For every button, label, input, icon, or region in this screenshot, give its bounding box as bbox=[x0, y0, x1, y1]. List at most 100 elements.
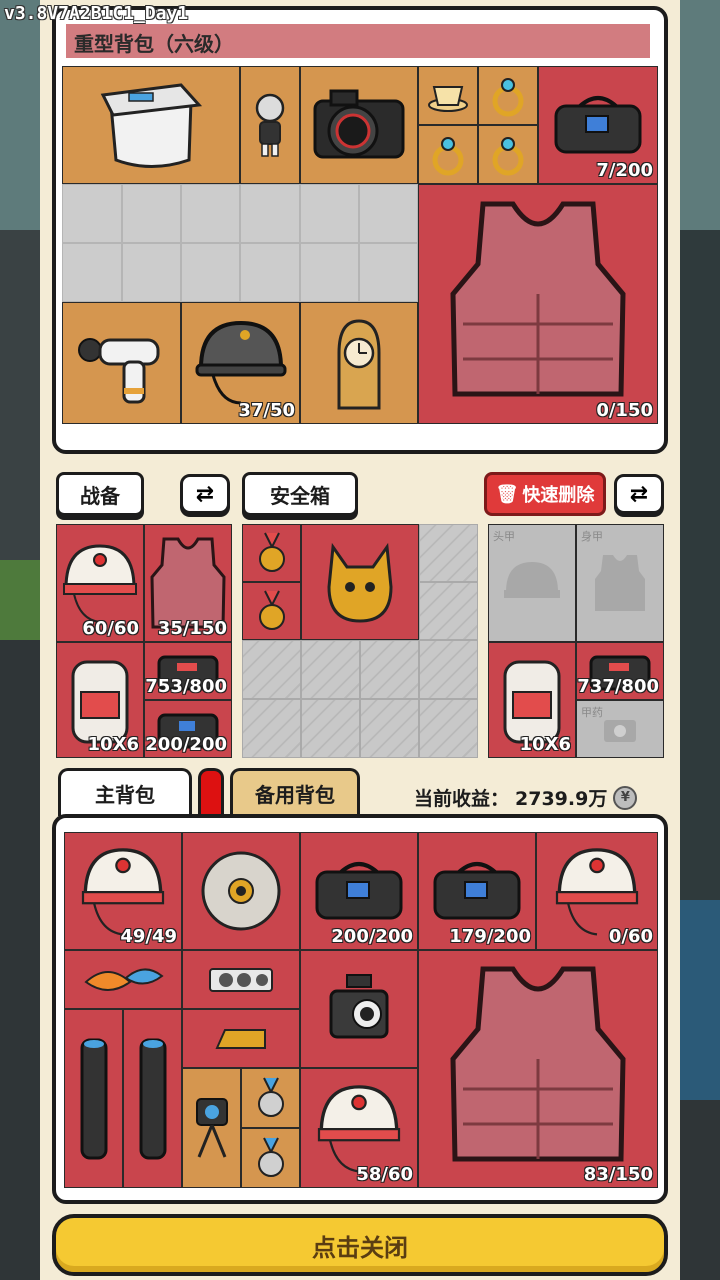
medkit-slot[interactable]: 甲药 bbox=[576, 700, 664, 758]
item-dashcam[interactable] bbox=[300, 950, 418, 1068]
item-medal[interactable] bbox=[241, 1128, 300, 1188]
item-body-armor[interactable]: 83/150 bbox=[418, 950, 658, 1188]
item-helmet[interactable]: 60/60 bbox=[56, 524, 144, 642]
ring-icon bbox=[432, 136, 464, 175]
quick-delete-label: 快速删除 bbox=[522, 485, 595, 506]
tab-spare-backpack[interactable]: 备用背包 bbox=[230, 768, 360, 816]
locked-slot bbox=[360, 640, 419, 699]
item-count: 37/50 bbox=[238, 400, 295, 421]
item-backpack[interactable]: 10X6 bbox=[488, 642, 576, 758]
item-koi-fish[interactable] bbox=[64, 950, 182, 1009]
armor-vest-icon bbox=[450, 966, 626, 1162]
item-count: 58/60 bbox=[356, 1164, 413, 1185]
loot-grid: 7/200 0/150 37/50 bbox=[62, 66, 658, 424]
item-ring[interactable] bbox=[478, 125, 538, 184]
head-armor-slot[interactable]: 头甲 bbox=[488, 524, 576, 642]
item-medal[interactable] bbox=[242, 524, 301, 582]
item-bag[interactable]: 737/800 bbox=[576, 642, 664, 700]
item-camera[interactable] bbox=[300, 66, 418, 184]
empty-slot[interactable] bbox=[62, 243, 122, 302]
empty-slot[interactable] bbox=[359, 243, 418, 302]
empty-slot[interactable] bbox=[122, 243, 181, 302]
duffel-bag-icon bbox=[554, 96, 642, 154]
item-body-armor[interactable]: 35/150 bbox=[144, 524, 232, 642]
empty-slot[interactable] bbox=[122, 184, 181, 243]
item-count: 60/60 bbox=[82, 618, 139, 639]
body-armor-slot[interactable]: 身甲 bbox=[576, 524, 664, 642]
item-medal[interactable] bbox=[242, 582, 301, 640]
koi-fish-icon bbox=[84, 968, 164, 991]
item-bag[interactable]: 753/800 bbox=[144, 642, 232, 700]
figurine-icon bbox=[255, 93, 285, 157]
item-helmet[interactable]: 37/50 bbox=[181, 302, 300, 424]
item-ornate-plate[interactable] bbox=[182, 832, 300, 950]
close-button[interactable]: 点击关闭 bbox=[52, 1214, 668, 1276]
empty-slot[interactable] bbox=[181, 184, 240, 243]
item-duffel-bag[interactable]: 7/200 bbox=[538, 66, 658, 184]
item-massage-gun[interactable] bbox=[62, 302, 181, 424]
tab-safe-box[interactable]: 安全箱 bbox=[242, 472, 358, 516]
item-count: 753/800 bbox=[145, 676, 227, 697]
item-body-armor[interactable]: 0/150 bbox=[418, 184, 658, 424]
item-gpu[interactable] bbox=[182, 950, 300, 1009]
camera-icon bbox=[313, 89, 405, 159]
empty-slot[interactable] bbox=[181, 243, 240, 302]
item-helmet[interactable]: 58/60 bbox=[300, 1068, 418, 1188]
item-teacup[interactable] bbox=[418, 66, 478, 125]
item-ring[interactable] bbox=[478, 66, 538, 125]
helmet-icon bbox=[63, 544, 137, 623]
coin-icon: ¥ bbox=[613, 785, 638, 810]
item-binocular[interactable] bbox=[123, 1009, 182, 1188]
main-backpack-grid: 49/49 200/200 179/200 0/60 83/150 58/60 bbox=[64, 832, 658, 1188]
trash-icon: 🗑 bbox=[495, 483, 519, 505]
medal-icon bbox=[258, 590, 285, 630]
slot-label: 甲药 bbox=[581, 706, 603, 719]
empty-slot[interactable] bbox=[62, 184, 122, 243]
locked-slot bbox=[301, 699, 360, 758]
item-smart-toilet[interactable] bbox=[62, 66, 240, 184]
backpack-size: 10X6 bbox=[519, 734, 571, 755]
swap-icon: ⇄ bbox=[195, 481, 215, 507]
empty-slot[interactable] bbox=[359, 184, 418, 243]
item-golden-cat-statue[interactable] bbox=[301, 524, 419, 640]
empty-slot[interactable] bbox=[300, 243, 359, 302]
item-count: 0/150 bbox=[596, 400, 653, 421]
item-count: 49/49 bbox=[120, 926, 177, 947]
item-count: 737/800 bbox=[577, 676, 659, 697]
item-count: 200/200 bbox=[145, 734, 227, 755]
item-helmet[interactable]: 0/60 bbox=[536, 832, 658, 950]
item-gold-bar[interactable] bbox=[182, 1009, 300, 1068]
item-binocular[interactable] bbox=[64, 1009, 123, 1188]
item-medal[interactable] bbox=[241, 1068, 300, 1128]
item-mantel-clock[interactable] bbox=[300, 302, 418, 424]
medal-icon bbox=[257, 1137, 284, 1177]
income-label: 当前收益： bbox=[414, 788, 510, 810]
quick-delete-button[interactable]: 🗑 快速删除 bbox=[484, 472, 606, 516]
action-camera-icon bbox=[195, 1098, 228, 1158]
tab-red-indicator[interactable] bbox=[198, 768, 224, 816]
empty-slot[interactable] bbox=[240, 184, 300, 243]
toilet-icon bbox=[100, 83, 203, 168]
swap-button-right[interactable]: ⇄ bbox=[614, 474, 664, 514]
clock-icon bbox=[337, 319, 381, 410]
item-action-camera[interactable] bbox=[182, 1068, 241, 1188]
vest-silhouette-icon bbox=[595, 555, 645, 611]
duffel-bag-icon bbox=[315, 862, 403, 920]
empty-slot[interactable] bbox=[240, 243, 300, 302]
item-figurine[interactable] bbox=[240, 66, 300, 184]
armor-vest-icon bbox=[450, 201, 626, 397]
item-helmet[interactable]: 49/49 bbox=[64, 832, 182, 950]
item-backpack[interactable]: 10X6 bbox=[56, 642, 144, 758]
item-count: 83/150 bbox=[583, 1164, 653, 1185]
locked-slot bbox=[242, 699, 301, 758]
item-bag[interactable]: 200/200 bbox=[144, 700, 232, 758]
tab-main-backpack[interactable]: 主背包 bbox=[58, 768, 192, 816]
locked-slot bbox=[242, 640, 301, 699]
item-ring[interactable] bbox=[418, 125, 478, 184]
empty-slot[interactable] bbox=[300, 184, 359, 243]
item-duffel-bag[interactable]: 200/200 bbox=[300, 832, 418, 950]
item-duffel-bag[interactable]: 179/200 bbox=[418, 832, 536, 950]
item-count: 200/200 bbox=[331, 926, 413, 947]
swap-button-left[interactable]: ⇄ bbox=[180, 474, 230, 514]
tab-gear[interactable]: 战备 bbox=[56, 472, 144, 516]
